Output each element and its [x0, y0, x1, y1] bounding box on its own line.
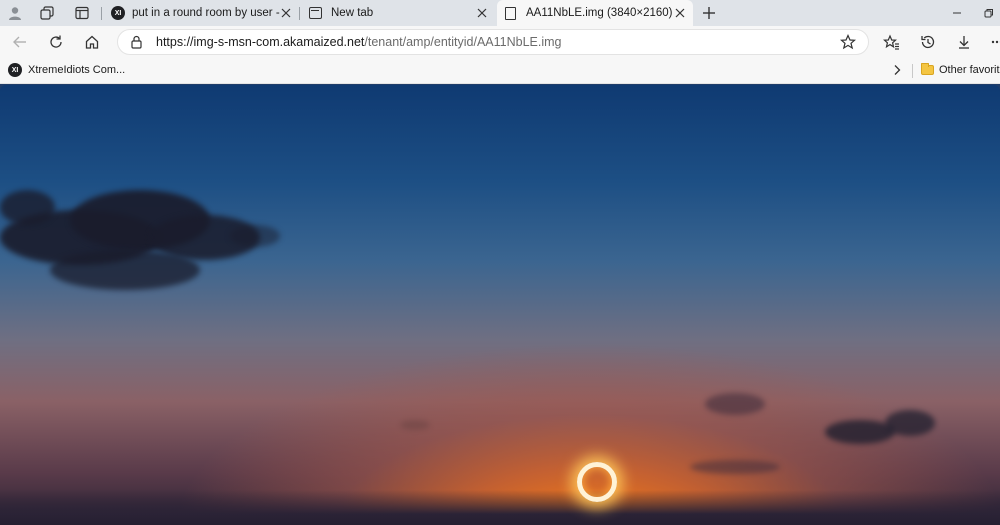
tab-separator	[299, 7, 300, 20]
arrow-left-icon	[13, 36, 26, 48]
tab-new-tab[interactable]: New tab	[301, 0, 495, 26]
add-favorite-button[interactable]	[839, 34, 857, 53]
vertical-tabs-icon	[75, 6, 89, 20]
download-icon	[959, 36, 969, 49]
back-button[interactable]	[9, 31, 31, 53]
star-icon	[839, 34, 857, 50]
history-icon	[921, 35, 935, 49]
lock-icon	[131, 35, 142, 49]
favorites-divider	[912, 64, 913, 78]
cloud-shape	[705, 393, 765, 415]
favorites-button[interactable]	[880, 31, 902, 53]
vertical-tabs-button[interactable]	[71, 3, 93, 23]
history-button[interactable]	[917, 31, 939, 53]
tab-round-room[interactable]: XI put in a round room by user - Jo	[103, 0, 299, 26]
close-icon	[281, 8, 291, 18]
favorites-icon	[882, 34, 899, 50]
cloud-shape	[50, 250, 200, 290]
url-path: /tenant/amp/entityid/AA11NbLE.img	[364, 35, 562, 49]
other-favorites-folder[interactable]: Other favorite	[921, 63, 1000, 76]
tab-separator	[101, 7, 102, 20]
navigation-toolbar: https://img-s-msn-com.akamaized.net/tena…	[0, 26, 1000, 58]
home-icon	[85, 35, 99, 49]
folder-icon	[921, 63, 934, 75]
restore-button[interactable]	[978, 3, 1000, 23]
more-icon	[991, 40, 1000, 44]
profile-button[interactable]	[4, 3, 26, 23]
refresh-icon	[50, 35, 62, 48]
home-button[interactable]	[81, 31, 103, 53]
restore-icon	[984, 9, 993, 18]
url-host: https://img-s-msn-com.akamaized.net	[156, 35, 365, 49]
xi-icon: XI	[111, 6, 125, 20]
tab-title: New tab	[331, 7, 374, 19]
cloud-shape	[230, 225, 280, 247]
newtab-icon	[309, 7, 322, 19]
plus-icon	[703, 7, 715, 19]
cloud-shape	[690, 460, 780, 474]
tab-close-button[interactable]	[673, 6, 687, 20]
new-tab-button[interactable]	[698, 3, 720, 23]
cloud-shape	[0, 190, 55, 225]
cloud-shape	[400, 420, 430, 430]
tab-close-button[interactable]	[279, 6, 293, 20]
favorite-xtremeidiots[interactable]: XI XtremeIdiots Com...	[8, 63, 125, 77]
workspaces-icon	[40, 6, 54, 20]
close-icon	[477, 8, 487, 18]
settings-more-button[interactable]	[986, 31, 1000, 53]
image-viewer[interactable]	[0, 85, 1000, 525]
tab-strip: XI put in a round room by user - Jo New …	[0, 0, 1000, 26]
document-icon	[505, 6, 516, 20]
workspaces-button[interactable]	[36, 3, 58, 23]
favorites-overflow-button[interactable]	[891, 64, 903, 79]
minimize-button[interactable]	[946, 3, 968, 23]
downloads-button[interactable]	[953, 31, 975, 53]
tab-image[interactable]: AA11NbLE.img (3840×2160)	[497, 0, 693, 26]
tab-title: put in a round room by user - Jo	[132, 7, 282, 19]
favorites-bar: XI XtremeIdiots Com... Other favorite	[0, 58, 1000, 84]
other-favorites-label: Other favorite	[939, 64, 1000, 76]
horizon	[0, 490, 1000, 525]
eclipse-ring	[577, 462, 617, 502]
url-text[interactable]: https://img-s-msn-com.akamaized.net/tena…	[156, 35, 562, 49]
profile-icon	[9, 7, 21, 20]
page-info-button[interactable]	[130, 35, 143, 52]
cloud-shape	[885, 410, 935, 436]
favorite-label: XtremeIdiots Com...	[28, 64, 126, 76]
address-bar[interactable]: https://img-s-msn-com.akamaized.net/tena…	[117, 29, 869, 55]
minimize-icon	[953, 12, 961, 14]
xi-icon: XI	[8, 63, 22, 77]
tab-close-button[interactable]	[475, 6, 489, 20]
refresh-button[interactable]	[45, 31, 67, 53]
tab-title: AA11NbLE.img (3840×2160)	[526, 7, 673, 19]
close-icon	[675, 8, 685, 18]
chevron-right-icon	[894, 65, 901, 75]
